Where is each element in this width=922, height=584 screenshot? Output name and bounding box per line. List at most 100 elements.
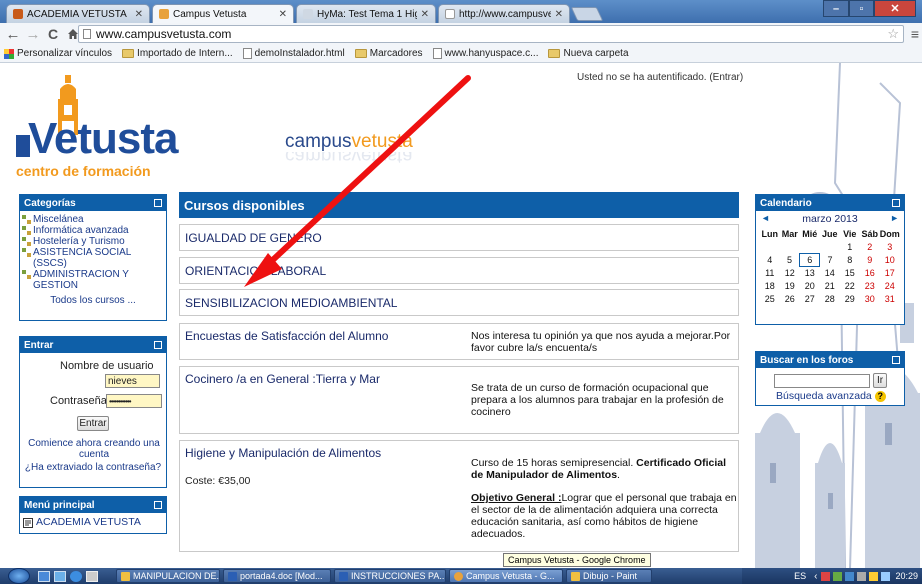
- close-icon[interactable]: ✕: [421, 9, 429, 20]
- course-row[interactable]: Higiene y Manipulación de Alimentos Cost…: [179, 440, 739, 552]
- calendar-day[interactable]: 27: [800, 292, 820, 305]
- prev-month-icon[interactable]: ◄: [761, 213, 770, 225]
- network-icon[interactable]: [845, 571, 855, 581]
- course-row[interactable]: IGUALDAD DE GENERO: [179, 224, 739, 251]
- calendar-day[interactable]: 3: [880, 240, 900, 253]
- forum-search-button[interactable]: Ir: [873, 373, 887, 388]
- taskbar-item[interactable]: portada4.doc [Mod...: [223, 569, 331, 583]
- calendar-day[interactable]: 1: [840, 240, 860, 253]
- calendar-day[interactable]: 11: [760, 266, 780, 279]
- calendar-day[interactable]: 10: [880, 253, 900, 266]
- calendar-day[interactable]: 31: [880, 292, 900, 305]
- calendar-day[interactable]: 8: [840, 253, 860, 266]
- minimize-button[interactable]: –: [823, 0, 849, 17]
- show-desktop-icon[interactable]: [38, 570, 50, 582]
- course-row[interactable]: SENSIBILIZACION MEDIOAMBIENTAL: [179, 289, 739, 316]
- category-item[interactable]: Hostelería y Turismo: [22, 236, 164, 247]
- bookmark-importado[interactable]: Importado de Intern...: [122, 48, 233, 59]
- course-name-link[interactable]: Encuestas de Satisfacción del Alumno: [185, 329, 388, 343]
- username-field[interactable]: nieves: [105, 374, 160, 388]
- all-courses-link[interactable]: Todos los cursos ...: [50, 295, 136, 306]
- calendar-day[interactable]: 17: [880, 266, 900, 279]
- new-tab-button[interactable]: [570, 7, 604, 21]
- calendar-day[interactable]: 26: [780, 292, 800, 305]
- category-item[interactable]: Informática avanzada: [22, 225, 164, 236]
- bookmark-demoinstalador[interactable]: demoInstalador.html: [242, 48, 345, 59]
- calendar-day[interactable]: 15: [840, 266, 860, 279]
- maximize-button[interactable]: ▫: [849, 0, 874, 17]
- login-link[interactable]: (Entrar): [709, 72, 743, 83]
- taskbar-item-active[interactable]: Campus Vetusta - G...: [449, 569, 563, 583]
- back-arrow-icon[interactable]: ←: [3, 24, 23, 44]
- calendar-day[interactable]: 21: [820, 279, 840, 292]
- collapse-icon[interactable]: [154, 199, 162, 207]
- menu-icon[interactable]: ≡: [911, 26, 919, 42]
- calendar-day[interactable]: 16: [860, 266, 880, 279]
- course-name-link[interactable]: Cocinero /a en General :Tierra y Mar: [185, 372, 380, 386]
- bookmark-marcadores[interactable]: Marcadores: [354, 48, 423, 59]
- tab-academia-vetusta[interactable]: ACADEMIA VETUSTA ✕: [6, 4, 150, 23]
- calendar-day[interactable]: 2: [860, 240, 880, 253]
- volume-icon[interactable]: [881, 571, 891, 581]
- next-month-icon[interactable]: ►: [890, 213, 899, 225]
- star-icon[interactable]: ☆: [887, 26, 899, 42]
- collapse-icon[interactable]: [892, 356, 900, 364]
- close-icon[interactable]: ✕: [279, 9, 287, 20]
- calendar-day[interactable]: 30: [860, 292, 880, 305]
- menu-item[interactable]: ACADEMIA VETUSTA: [20, 513, 166, 528]
- language-indicator[interactable]: ES: [794, 571, 806, 581]
- category-link[interactable]: Miscelánea: [33, 214, 84, 225]
- calendar-day[interactable]: 19: [780, 279, 800, 292]
- collapse-icon[interactable]: [154, 501, 162, 509]
- calendar-day[interactable]: 28: [820, 292, 840, 305]
- calendar-day[interactable]: 29: [840, 292, 860, 305]
- calendar-day[interactable]: 9: [860, 253, 880, 266]
- calendar-day[interactable]: 5: [780, 253, 800, 266]
- help-icon[interactable]: ?: [874, 390, 886, 402]
- course-name-link[interactable]: IGUALDAD DE GENERO: [185, 231, 322, 245]
- tab-hyma-test[interactable]: HyMa: Test Tema 1 Higien ✕: [296, 4, 436, 23]
- forward-arrow-icon[interactable]: →: [23, 24, 43, 44]
- calendar-day[interactable]: 22: [840, 279, 860, 292]
- calendar-day[interactable]: 18: [760, 279, 780, 292]
- tray-icon[interactable]: [821, 571, 831, 581]
- calendar-day[interactable]: 12: [780, 266, 800, 279]
- forum-search-input[interactable]: [774, 374, 870, 388]
- course-row[interactable]: ORIENTACION LABORAL: [179, 257, 739, 284]
- course-name-link[interactable]: SENSIBILIZACION MEDIOAMBIENTAL: [185, 296, 397, 310]
- calendar-day[interactable]: 6: [799, 252, 821, 267]
- category-link[interactable]: ADMINISTRACION Y GESTION: [33, 269, 164, 291]
- course-row[interactable]: Cocinero /a en General :Tierra y Mar Se …: [179, 366, 739, 434]
- taskbar-item[interactable]: MANIPULACION DE...: [116, 569, 220, 583]
- calendar-day[interactable]: 23: [860, 279, 880, 292]
- tray-icon[interactable]: [833, 571, 843, 581]
- category-link[interactable]: Informática avanzada: [33, 225, 129, 236]
- login-button[interactable]: Entrar: [77, 416, 109, 431]
- course-name-link[interactable]: Higiene y Manipulación de Alimentos: [185, 446, 381, 460]
- collapse-icon[interactable]: [154, 341, 162, 349]
- calendar-day[interactable]: 13: [800, 266, 820, 279]
- calendar-day[interactable]: 25: [760, 292, 780, 305]
- bookmark-nueva-carpeta[interactable]: Nueva carpeta: [548, 48, 629, 59]
- tray-expand-icon[interactable]: ‹: [814, 571, 817, 582]
- address-bar[interactable]: www.campusvetusta.com ☆: [78, 25, 904, 43]
- forgot-password-link[interactable]: ¿Ha extraviado la contraseña?: [25, 462, 161, 473]
- category-item[interactable]: ASISTENCIA SOCIAL (SSCS): [22, 247, 164, 269]
- calendar-day[interactable]: 24: [880, 279, 900, 292]
- menu-link[interactable]: ACADEMIA VETUSTA: [36, 517, 141, 528]
- course-name-link[interactable]: ORIENTACION LABORAL: [185, 264, 326, 278]
- tray-icon[interactable]: [857, 571, 867, 581]
- clock[interactable]: 20:29: [895, 571, 918, 581]
- course-row[interactable]: Encuestas de Satisfacción del Alumno Nos…: [179, 323, 739, 360]
- close-icon[interactable]: ✕: [555, 9, 563, 20]
- bookmark-personalizar[interactable]: Personalizar vínculos: [4, 48, 112, 59]
- app-icon[interactable]: [86, 570, 98, 582]
- password-field[interactable]: ••••••••••••: [106, 394, 162, 408]
- calendar-day[interactable]: 20: [800, 279, 820, 292]
- close-window-button[interactable]: ✕: [874, 0, 916, 17]
- category-item[interactable]: ADMINISTRACION Y GESTION: [22, 269, 164, 291]
- collapse-icon[interactable]: [892, 199, 900, 207]
- calendar-day[interactable]: 4: [760, 253, 780, 266]
- calendar-day[interactable]: 14: [820, 266, 840, 279]
- start-button[interactable]: [8, 568, 30, 584]
